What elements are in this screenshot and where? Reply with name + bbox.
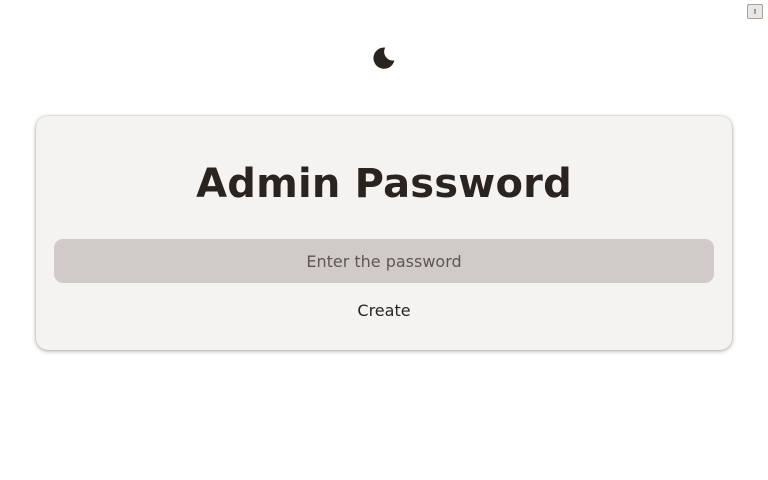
theme-toggle-button[interactable] <box>370 44 398 72</box>
admin-password-card: Admin Password Create <box>36 116 732 350</box>
top-corner-button[interactable]: ▯ <box>747 4 763 19</box>
create-button[interactable]: Create <box>334 297 434 325</box>
password-input[interactable] <box>54 239 714 283</box>
page-title: Admin Password <box>196 161 572 207</box>
small-square-icon: ▯ <box>752 7 758 15</box>
moon-icon <box>373 47 395 69</box>
